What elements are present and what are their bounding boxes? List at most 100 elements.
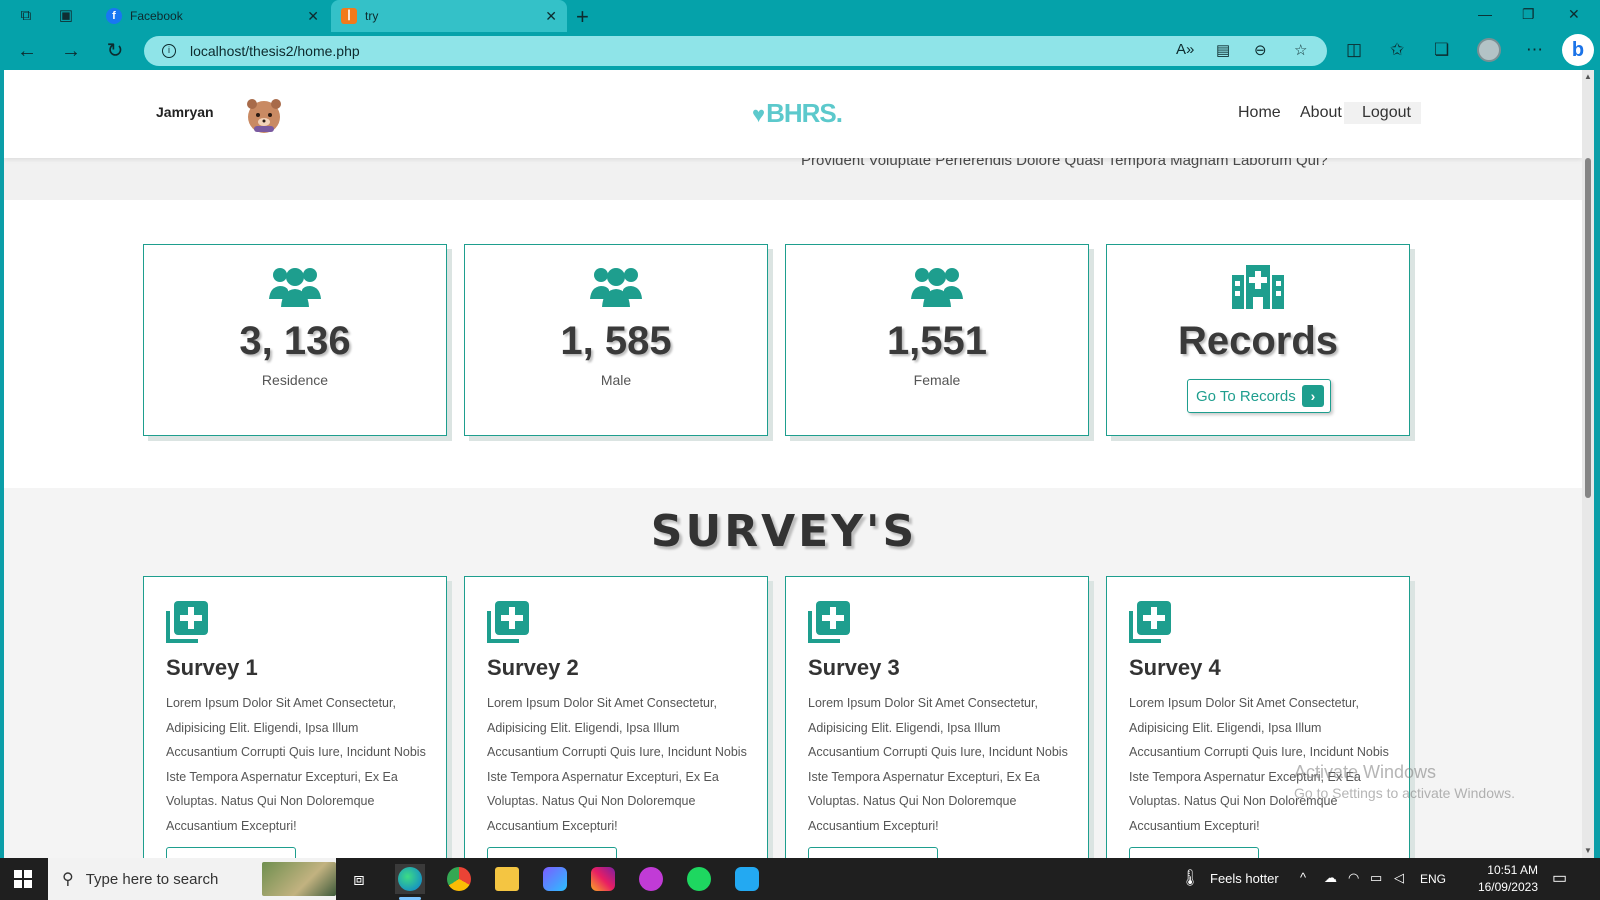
windows-start-icon[interactable] (14, 870, 32, 888)
tab-title: try (365, 9, 379, 23)
bing-chat-icon[interactable]: b (1562, 34, 1594, 66)
language-indicator[interactable]: ENG (1420, 872, 1446, 886)
split-screen-icon[interactable]: ◫ (1346, 40, 1362, 60)
tab-facebook[interactable]: f Facebook ✕ (96, 0, 329, 32)
spotify-app-icon[interactable] (684, 864, 714, 894)
hospital-icon (1232, 265, 1284, 309)
survey-description: Lorem Ipsum Dolor Sit Amet Consectetur, … (808, 696, 1068, 833)
survey-description: Lorem Ipsum Dolor Sit Amet Consectetur, … (487, 696, 747, 833)
scroll-down-icon[interactable]: ▼ (1584, 846, 1592, 855)
bear-avatar-icon[interactable] (244, 94, 284, 134)
survey-title: Survey 1 (166, 655, 258, 680)
vscode-app-icon[interactable] (732, 864, 762, 894)
back-icon[interactable]: ← (16, 40, 38, 62)
profile-avatar[interactable] (1477, 38, 1501, 62)
read-aloud-icon[interactable]: A» (1176, 41, 1194, 58)
edge-app-icon[interactable] (395, 864, 425, 900)
stat-label: Male (600, 372, 632, 388)
nav-home-link[interactable]: Home (1238, 104, 1281, 122)
survey-button[interactable] (166, 847, 296, 858)
favorites-icon[interactable]: ✩ (1390, 40, 1404, 60)
users-icon (269, 268, 321, 307)
residence-stat-card: 3, 136 Residence (143, 244, 447, 436)
survey-title: Survey 3 (808, 655, 900, 680)
collections-icon[interactable]: ❏ (1434, 40, 1449, 60)
tray-chevron-icon[interactable]: ^ (1300, 870, 1306, 885)
site-logo[interactable]: ♥BHRS. (752, 98, 843, 129)
windows-taskbar: ⚲ Type here to search ⧈ 🌡 Feels hotter ^… (0, 858, 1600, 900)
close-tab-icon[interactable]: ✕ (307, 8, 319, 25)
page-scrollbar[interactable]: ▲ ▼ (1582, 70, 1594, 858)
immersive-reader-icon[interactable]: ▤ (1216, 41, 1230, 59)
refresh-icon[interactable]: ↻ (104, 40, 126, 62)
minimize-icon[interactable]: — (1478, 6, 1492, 22)
close-window-icon[interactable]: ✕ (1568, 6, 1580, 23)
file-explorer-icon[interactable] (492, 864, 522, 894)
heartbeat-icon: ♥ (752, 102, 765, 127)
chevron-right-icon: › (1302, 385, 1324, 407)
scroll-up-icon[interactable]: ▲ (1584, 72, 1592, 81)
tab-try[interactable]: ꟾ try ✕ (331, 0, 567, 32)
weather-text[interactable]: Feels hotter (1210, 871, 1279, 886)
instagram-app-icon[interactable] (588, 864, 618, 894)
survey-card: Survey 4 Lorem Ipsum Dolor Sit Amet Cons… (1106, 576, 1410, 858)
zoom-icon[interactable]: ⊖ (1254, 41, 1267, 59)
forward-icon[interactable]: → (60, 40, 82, 62)
medical-notes-icon (166, 601, 208, 643)
male-stat-card: 1, 585 Male (464, 244, 768, 436)
stat-value: 3, 136 (239, 319, 351, 363)
survey-button[interactable] (487, 847, 617, 858)
favorite-star-icon[interactable]: ☆ (1294, 41, 1307, 59)
button-label: Go To Records (1196, 387, 1296, 405)
close-tab-icon[interactable]: ✕ (545, 8, 557, 25)
username-label: Jamryan (156, 104, 214, 120)
users-icon (911, 268, 963, 307)
search-placeholder: Type here to search (85, 870, 219, 888)
records-title: Records (1177, 319, 1339, 363)
survey-button[interactable] (808, 847, 938, 858)
clock-date: 16/09/2023 (1477, 880, 1538, 894)
site-header: Jamryan ♥BHRS. Home About Logout (4, 70, 1582, 158)
survey-title: Survey 2 (487, 655, 579, 680)
logo-text: BHRS. (766, 98, 843, 128)
system-clock[interactable]: 10:51 AM 16/09/2023 (1474, 862, 1538, 896)
restore-icon[interactable]: ❐ (1522, 6, 1535, 23)
battery-icon[interactable]: ▭ (1370, 870, 1382, 886)
tab-actions-icon[interactable]: ▣ (56, 6, 76, 26)
stat-value: 1, 585 (560, 319, 672, 363)
taskbar-search[interactable]: ⚲ Type here to search (48, 858, 336, 900)
stat-label: Residence (261, 372, 329, 388)
chrome-app-icon[interactable] (444, 864, 474, 894)
new-tab-icon[interactable]: + (576, 4, 589, 30)
medical-notes-icon (487, 601, 529, 643)
photos-app-icon[interactable] (540, 864, 570, 894)
site-info-icon[interactable]: i (162, 44, 176, 58)
go-to-records-button[interactable]: Go To Records › (1187, 379, 1331, 413)
browser-tab-bar: ⧉ ▣ f Facebook ✕ ꟾ try ✕ + — ❐ ✕ (0, 0, 1600, 32)
search-icon: ⚲ (62, 871, 74, 888)
notifications-icon[interactable]: ▭ (1552, 868, 1567, 888)
survey-button[interactable] (1129, 847, 1259, 858)
onedrive-icon[interactable]: ☁ (1324, 870, 1337, 886)
more-menu-icon[interactable]: ⋯ (1526, 40, 1543, 60)
address-bar[interactable]: i localhost/thesis2/home.php A» ▤ ⊖ ☆ (144, 36, 1327, 66)
nav-about-link[interactable]: About (1300, 104, 1342, 122)
nav-logout-link[interactable]: Logout (1344, 102, 1421, 124)
survey-section: SURVEY'S Survey 1 Lorem Ipsum Dolor Sit … (4, 488, 1582, 858)
weather-icon[interactable]: 🌡 (1180, 868, 1200, 888)
scrollbar-thumb[interactable] (1585, 158, 1591, 498)
medical-notes-icon (1129, 601, 1171, 643)
volume-icon[interactable]: ◁ (1394, 870, 1404, 886)
stat-label: Female (913, 372, 961, 388)
wps-app-icon[interactable] (636, 864, 666, 894)
xampp-icon: ꟾ (341, 8, 357, 24)
task-view-icon[interactable]: ⧈ (344, 864, 374, 894)
watermark-title: Activate Windows (1294, 762, 1437, 782)
wifi-icon[interactable]: ◠ (1348, 870, 1359, 886)
survey-card: Survey 3 Lorem Ipsum Dolor Sit Amet Cons… (785, 576, 1089, 858)
medical-notes-icon (808, 601, 850, 643)
url-text[interactable]: localhost/thesis2/home.php (190, 43, 360, 59)
workspaces-icon[interactable]: ⧉ (16, 6, 36, 26)
clock-time: 10:51 AM (1487, 863, 1538, 877)
users-icon (590, 268, 642, 307)
